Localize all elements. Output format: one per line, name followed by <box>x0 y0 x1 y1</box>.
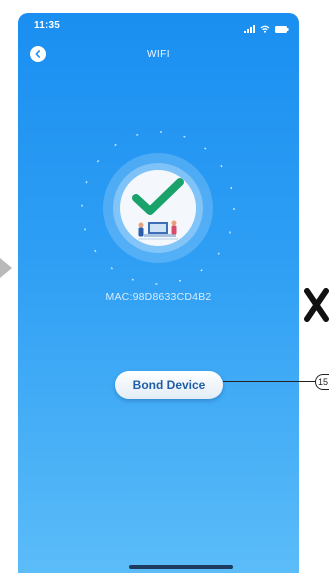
home-indicator <box>129 565 233 569</box>
people-with-device-illustration <box>138 220 178 240</box>
left-nav-arrow <box>0 256 14 285</box>
success-illustration <box>73 123 243 293</box>
battery-icon <box>275 20 289 38</box>
phone-screen: 11:35 WIFI MAC:98D8633CD4B2 Bond Device <box>18 13 299 573</box>
callout-line <box>223 381 318 382</box>
bond-device-button[interactable]: Bond Device <box>115 371 223 399</box>
callout-number: 15 <box>315 374 329 390</box>
success-badge <box>120 170 196 246</box>
signal-icon <box>244 20 255 38</box>
mac-address-label: MAC:98D8633CD4B2 <box>105 291 212 303</box>
close-x-mark <box>304 288 329 327</box>
status-icons <box>244 20 289 38</box>
nav-bar: WIFI <box>18 41 299 71</box>
status-time: 11:35 <box>34 20 61 31</box>
status-bar: 11:35 <box>18 13 299 39</box>
page-title: WIFI <box>146 49 171 60</box>
wifi-icon <box>260 20 270 38</box>
